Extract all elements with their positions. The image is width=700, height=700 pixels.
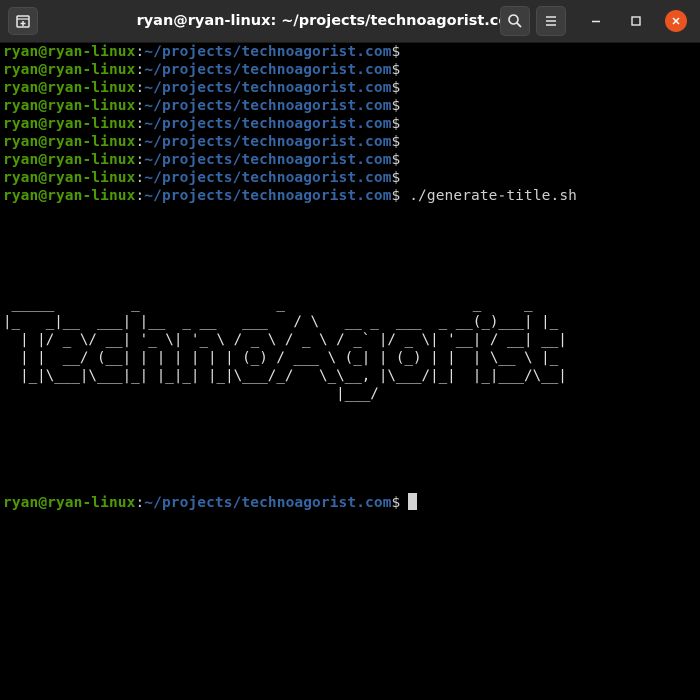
close-icon [672,17,680,25]
prompt-symbol: $ [391,170,401,186]
prompt-user-host: ryan@ryan-linux [3,44,136,60]
prompt-path: ~/projects/technoagorist.com [144,44,392,60]
new-tab-icon [16,15,30,28]
prompt-line: ryan@ryan-linux:~/projects/technoagorist… [3,169,697,187]
maximize-icon [631,16,641,26]
prompt-user-host: ryan@ryan-linux [3,495,136,511]
prompt-user-host: ryan@ryan-linux [3,170,136,186]
command-line: ryan@ryan-linux:~/projects/technoagorist… [3,188,577,204]
prompt-user-host: ryan@ryan-linux [3,152,136,168]
prompt-separator: : [135,80,145,96]
prompt-path: ~/projects/technoagorist.com [144,80,392,96]
prompt-path: ~/projects/technoagorist.com [144,98,392,114]
prompt-symbol: $ [391,98,401,114]
prompt-user-host: ryan@ryan-linux [3,98,136,114]
prompt-symbol: $ [391,44,401,60]
prompt-path: ~/projects/technoagorist.com [144,188,392,204]
text-cursor [408,493,418,510]
terminal-content[interactable]: ryan@ryan-linux:~/projects/technoagorist… [3,43,697,698]
blank-space [3,403,697,493]
prompt-path: ~/projects/technoagorist.com [144,134,392,150]
prompt-path: ~/projects/technoagorist.com [144,152,392,168]
prompt-separator: : [135,44,145,60]
prompt-user-host: ryan@ryan-linux [3,134,136,150]
prompt-user-host: ryan@ryan-linux [3,116,136,132]
prompt-separator: : [135,62,145,78]
prompt-user-host: ryan@ryan-linux [3,62,136,78]
prompt-symbol: $ [391,116,401,132]
window-title: ryan@ryan-linux: ~/projects/technoagoris… [136,13,524,29]
hamburger-menu-icon [546,16,556,26]
new-tab-button[interactable] [8,7,38,35]
prompt-separator: : [135,152,145,168]
prompt-history: ryan@ryan-linux:~/projects/technoagorist… [3,43,697,187]
maximize-button[interactable] [622,7,650,35]
terminal-window: ryan@ryan-linux: ~/projects/technoagoris… [0,0,700,700]
prompt-user-host: ryan@ryan-linux [3,80,136,96]
prompt-symbol: $ [391,80,401,96]
prompt-line: ryan@ryan-linux:~/projects/technoagorist… [3,115,697,133]
close-button[interactable] [665,10,687,32]
prompt-line: ryan@ryan-linux:~/projects/technoagorist… [3,97,697,115]
minimize-icon [592,20,600,23]
active-prompt[interactable]: ryan@ryan-linux:~/projects/technoagorist… [3,493,697,512]
prompt-separator: : [135,170,145,186]
prompt-separator: : [135,98,145,114]
prompt-user-host: ryan@ryan-linux [3,188,136,204]
prompt-path: ~/projects/technoagorist.com [144,495,392,511]
ascii-art-title: _____ _ _ _ _ |_ _|__ ___| |__ _ __ ___ … [3,296,567,402]
prompt-separator: : [135,134,145,150]
prompt-path: ~/projects/technoagorist.com [144,62,392,78]
prompt-path: ~/projects/technoagorist.com [144,170,392,186]
prompt-line: ryan@ryan-linux:~/projects/technoagorist… [3,133,697,151]
blank-space [3,205,697,295]
prompt-line: ryan@ryan-linux:~/projects/technoagorist… [3,43,697,61]
search-icon [508,14,522,28]
prompt-symbol: $ [391,62,401,78]
menu-button[interactable] [536,6,566,36]
title-bar[interactable]: ryan@ryan-linux: ~/projects/technoagoris… [0,0,700,43]
prompt-separator: : [135,116,145,132]
minimize-button[interactable] [582,7,610,35]
prompt-symbol: $ [391,134,401,150]
prompt-line: ryan@ryan-linux:~/projects/technoagorist… [3,61,697,79]
prompt-line: ryan@ryan-linux:~/projects/technoagorist… [3,79,697,97]
prompt-symbol: $ [391,152,401,168]
prompt-line: ryan@ryan-linux:~/projects/technoagorist… [3,151,697,169]
command-text: ./generate-title.sh [409,188,577,204]
search-button[interactable] [500,6,530,36]
prompt-path: ~/projects/technoagorist.com [144,116,392,132]
